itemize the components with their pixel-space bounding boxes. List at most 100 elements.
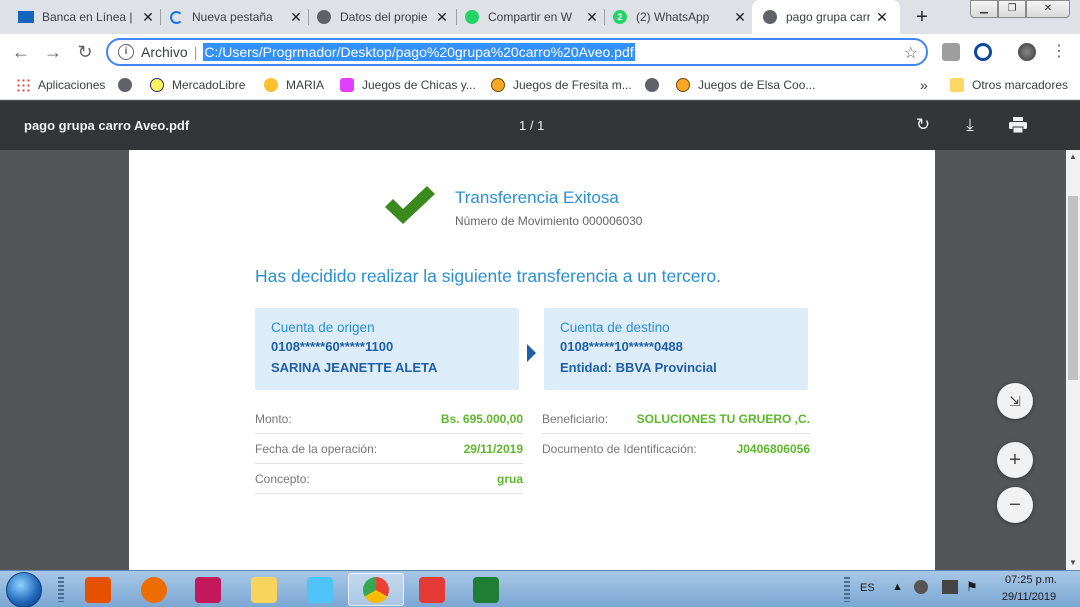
other-bookmarks[interactable]: Otros marcadores — [950, 76, 1068, 94]
rotate-icon[interactable]: ↻ — [912, 114, 934, 136]
origin-name: SARINA JEANETTE ALETA — [271, 360, 438, 375]
minimize-button[interactable]: ▁ — [970, 0, 998, 18]
close-icon[interactable]: ✕ — [584, 9, 600, 26]
tab-datos[interactable]: Datos del propie ✕ — [316, 0, 450, 34]
extension-icon[interactable] — [942, 43, 960, 61]
bookmark-mercadolibre[interactable]: MercadoLibre — [150, 76, 245, 94]
destination-account-card: Cuenta de destino 0108*****10*****0488 E… — [544, 308, 808, 390]
avatar[interactable] — [1018, 43, 1036, 61]
close-icon[interactable]: ✕ — [434, 9, 450, 26]
address-bar[interactable]: i Archivo | C:/Users/Progrmador/Desktop/… — [106, 38, 928, 66]
new-tab-button[interactable]: + — [910, 5, 934, 29]
tab-label: (2) WhatsApp — [636, 10, 710, 24]
window-close-button[interactable]: ✕ — [1026, 0, 1070, 18]
tray-expand-icon[interactable]: ▲ — [892, 581, 903, 593]
tray-app-icon[interactable] — [914, 580, 928, 594]
fit-page-button[interactable]: ⇲ — [997, 383, 1033, 419]
taskbar-keys-app[interactable] — [180, 573, 236, 606]
scroll-down-icon[interactable]: ▼ — [1066, 556, 1080, 570]
language-indicator[interactable]: ES — [860, 582, 875, 594]
other-bookmarks-label: Otros marcadores — [972, 78, 1069, 92]
close-icon[interactable]: ✕ — [874, 9, 890, 26]
bookmarks-overflow-button[interactable]: » — [920, 76, 928, 94]
detail-key: Beneficiario: — [542, 411, 609, 426]
detail-row-concepto: Concepto: grua — [255, 464, 523, 494]
pdf-viewer[interactable]: Transferencia Exitosa Número de Movimien… — [0, 150, 1066, 570]
detail-row-beneficiario: Beneficiario: SOLUCIONES TU GRUERO ,C. — [542, 404, 810, 434]
taskbar-settings-app[interactable] — [126, 573, 182, 606]
restore-button[interactable]: ❐ — [998, 0, 1026, 18]
taskbar-anydesk[interactable] — [404, 573, 460, 606]
scroll-up-icon[interactable]: ▲ — [1066, 150, 1080, 164]
bookmark-maria[interactable]: MARIA — [264, 76, 324, 94]
detail-key: Fecha de la operación: — [255, 441, 378, 456]
taskbar-excel[interactable] — [458, 573, 514, 606]
tab-label: Datos del propie — [340, 10, 428, 24]
close-icon[interactable]: ✕ — [140, 9, 156, 26]
status-title: Transferencia Exitosa — [455, 188, 619, 207]
print-icon[interactable] — [1007, 114, 1029, 136]
start-button[interactable] — [6, 572, 42, 607]
tab-pago-grupa[interactable]: pago grupa carr ✕ — [752, 0, 900, 34]
close-icon[interactable]: ✕ — [732, 9, 748, 26]
action-center-flag-icon[interactable]: ⚑ — [966, 579, 978, 595]
pdf-page-indicator: 1 / 1 — [519, 118, 545, 133]
detail-value: Bs. 695.000,00 — [440, 411, 523, 426]
key-icon — [195, 576, 221, 603]
forward-button[interactable]: → — [42, 41, 64, 63]
clock-time[interactable]: 07:25 p.m. — [1000, 574, 1062, 586]
movement-number: Número de Movimiento 000006030 — [455, 214, 643, 228]
bookmark-star-icon[interactable]: ☆ — [904, 43, 918, 63]
tab-separator — [456, 9, 457, 25]
taskbar-explorer[interactable] — [236, 573, 292, 606]
detail-value: 29/11/2019 — [463, 441, 523, 456]
bookmark-label: Juegos de Elsa Coo... — [698, 78, 816, 92]
bookmark-globe-2[interactable] — [645, 76, 667, 94]
maria-icon — [264, 78, 278, 92]
zoom-in-button[interactable]: + — [997, 442, 1033, 478]
taskbar-notes-app[interactable] — [292, 573, 348, 606]
vertical-scrollbar[interactable]: ▲ ▼ — [1066, 150, 1080, 570]
bookmark-label: Juegos de Fresita m... — [513, 78, 632, 92]
clock-date[interactable]: 29/11/2019 — [996, 591, 1062, 603]
tab-label: pago grupa carr — [786, 10, 870, 24]
globe-icon — [118, 78, 132, 92]
pdf-title: pago grupa carro Aveo.pdf — [24, 118, 190, 133]
address-scheme: Archivo — [141, 44, 188, 60]
detail-value: grua — [496, 471, 523, 486]
notepad-icon — [307, 576, 333, 603]
success-check-icon — [385, 186, 435, 224]
tab-label: Nueva pestaña — [192, 10, 273, 24]
zoom-out-button[interactable]: − — [997, 487, 1033, 523]
bookmark-apps[interactable]: Aplicaciones — [16, 76, 105, 94]
bookmarks-bar: Aplicaciones MercadoLibre MARIA Juegos d… — [0, 70, 1080, 100]
tab-compartir[interactable]: Compartir en W ✕ — [464, 0, 600, 34]
close-icon[interactable]: ✕ — [288, 9, 304, 26]
tab-strip: Banca en Línea | ✕ Nueva pestaña ✕ Datos… — [0, 0, 1080, 34]
gear-icon — [141, 576, 167, 603]
excel-icon — [473, 576, 499, 603]
pdf-toolbar: pago grupa carro Aveo.pdf 1 / 1 ↻ ⤓ — [0, 101, 1080, 150]
juegos-elsa-icon — [676, 78, 690, 92]
bookmark-juegos-elsa[interactable]: Juegos de Elsa Coo... — [676, 76, 815, 94]
bookmark-juegos-fresita[interactable]: Juegos de Fresita m... — [491, 76, 632, 94]
tab-label: Compartir en W — [488, 10, 573, 24]
info-icon[interactable]: i — [118, 44, 134, 60]
detail-row-documento: Documento de Identificación: J0406806056 — [542, 434, 810, 464]
tab-nueva[interactable]: Nueva pestaña ✕ — [168, 0, 304, 34]
banco-icon — [18, 9, 34, 25]
download-icon[interactable]: ⤓ — [959, 114, 981, 136]
scroll-thumb[interactable] — [1068, 196, 1078, 380]
extension-circle-icon[interactable] — [974, 43, 992, 61]
network-icon[interactable] — [942, 580, 958, 594]
menu-dots-icon[interactable]: ⋮ — [1050, 43, 1068, 61]
taskbar-chrome[interactable] — [348, 573, 404, 606]
taskbar-media-player[interactable] — [70, 573, 126, 606]
bookmark-globe[interactable] — [118, 76, 140, 94]
bookmark-juegos-chicas[interactable]: Juegos de Chicas y... — [340, 76, 476, 94]
tab-banca[interactable]: Banca en Línea | ✕ — [18, 0, 156, 34]
reload-button[interactable]: ↻ — [74, 41, 96, 63]
back-button[interactable]: ← — [10, 41, 32, 63]
address-url[interactable]: C:/Users/Progrmador/Desktop/pago%20grupa… — [203, 43, 635, 61]
tab-whatsapp[interactable]: 2 (2) WhatsApp ✕ — [612, 0, 748, 34]
